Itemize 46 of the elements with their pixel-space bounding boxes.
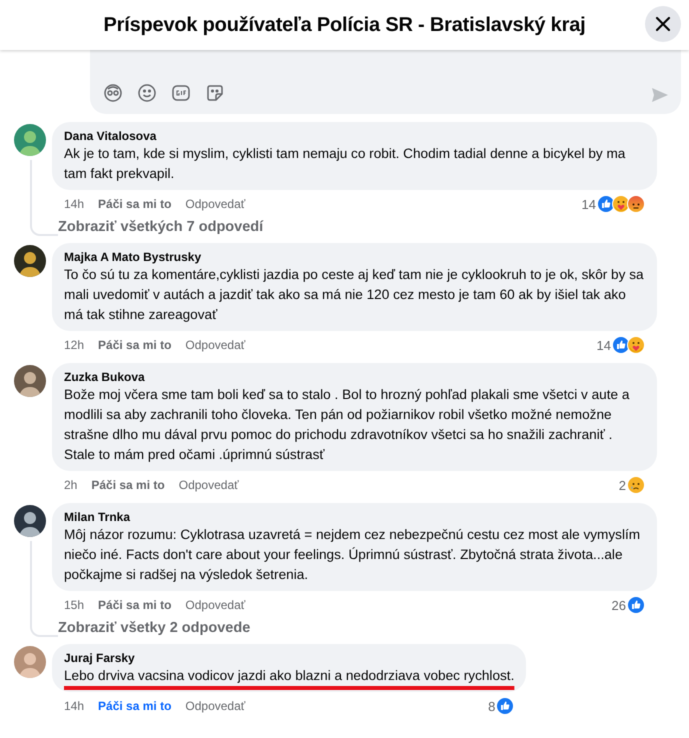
angry-reaction-icon — [627, 195, 645, 213]
reply-link[interactable]: Odpovedať — [185, 197, 246, 211]
reply-link[interactable]: Odpovedať — [185, 338, 246, 352]
like-link[interactable]: Páči sa mi to — [98, 197, 172, 211]
comment-text: Môj názor rozumu: Cyklotrasa uzavretá = nejdem cez nebezpečnú cestu cez most ale vymyslím niečo iné. Facts don't care about your feelings. Úprimnú sústrasť. Zbytočná strata života...ale počkajme si radšej na výsledok šetrenia. — [64, 526, 642, 584]
comment-text: To čo sú tu za komentáre,cyklisti jazdia po ceste aj keď tam nie je cyklookruh to je ok, skôr by sa mali uvedomiť v autách a jazdiť tak ako sa má nie 120 cez mesto je tam 60 ak by išiel tak ako má tak stihne zareagovať — [64, 266, 645, 324]
view-replies-link[interactable]: Zobraziť všetkých 7 odpovedí — [58, 219, 264, 235]
avatar-sticker-icon[interactable] — [102, 82, 124, 104]
close-icon — [654, 15, 672, 33]
comment-time[interactable]: 14h — [64, 197, 84, 211]
commenter-name[interactable]: Milan Trnka — [64, 510, 645, 524]
comment-time[interactable]: 14h — [64, 699, 84, 713]
reply-field[interactable] — [90, 50, 681, 114]
commenter-name[interactable]: Zuzka Bukova — [64, 370, 645, 384]
comment-time[interactable]: 12h — [64, 338, 84, 352]
avatar[interactable] — [14, 245, 46, 277]
reply-link[interactable]: Odpovedať — [185, 598, 246, 612]
reaction-count[interactable]: 14 — [582, 196, 596, 212]
reaction-count[interactable]: 14 — [596, 338, 611, 352]
close-button[interactable] — [645, 6, 681, 42]
commenter-name[interactable]: Majka A Mato Bystrusky — [64, 250, 645, 264]
like-reaction-icon — [627, 596, 645, 614]
view-replies-link[interactable]: Zobraziť všetky 2 odpovede — [58, 620, 250, 636]
avatar[interactable] — [14, 505, 46, 537]
reaction-count[interactable]: 8 — [488, 698, 496, 714]
comment-text: Ak je to tam, kde si myslim, cyklisti tam nemaju co robit. Chodim tadial denne a bicykel by ma tam fakt prekvapil. — [64, 145, 626, 183]
comment-time[interactable]: 15h — [64, 598, 84, 612]
reply-link[interactable]: Odpovedať — [178, 478, 239, 492]
emoji-icon[interactable] — [136, 82, 158, 104]
commenter-name[interactable]: Juraj Farsky — [64, 651, 514, 665]
commenter-name[interactable]: Dana Vitalosova — [64, 129, 645, 143]
dialog-title: Príspevok používateľa Polícia SR - Bratislavský kraj — [104, 14, 586, 36]
like-link[interactable]: Páči sa mi to — [98, 699, 172, 713]
comment-time[interactable]: 2h — [64, 478, 78, 492]
reply-link[interactable]: Odpovedať — [185, 699, 246, 713]
like-link[interactable]: Páči sa mi to — [98, 598, 172, 612]
like-link[interactable]: Páči sa mi to — [98, 338, 172, 352]
comment-text: Lebo drviva vacsina vodicov jazdi ako blazni a nedodrziava vobec rychlost. — [64, 667, 514, 685]
care-reaction-icon — [627, 336, 645, 354]
sad-reaction-icon — [627, 476, 645, 494]
avatar[interactable] — [14, 365, 46, 397]
reaction-count[interactable]: 26 — [612, 598, 626, 612]
reaction-count[interactable]: 2 — [618, 478, 626, 492]
comment-text: Bože moj včera sme tam boli keď sa to stalo . Bol to hrozný pohľad plakali sme všetci v aute a modlili sa aby zachranili toho človeka. Ten pán od požiarnikov robil všetko možné nemožne strašne dlho mu dával prvu pomoc do prichodu zdravotníkov všetci sa ho snažili zachraniť . Stale to mám pred očami .úprimnú sústrasť — [64, 386, 630, 464]
like-reaction-icon — [496, 697, 514, 715]
like-link[interactable]: Páči sa mi to — [91, 478, 165, 492]
